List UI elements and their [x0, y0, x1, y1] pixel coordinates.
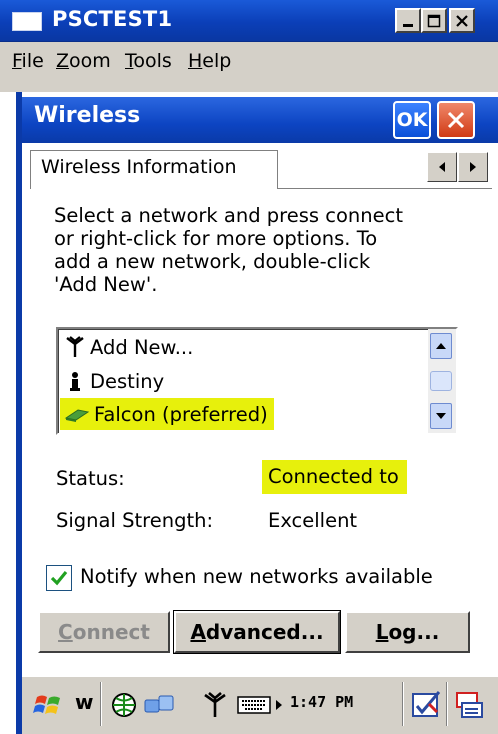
taskbar-app-icon[interactable] — [108, 690, 140, 720]
start-button[interactable] — [32, 690, 64, 720]
minimize-icon — [403, 23, 413, 27]
taskbar-separator — [446, 682, 448, 726]
taskbar-antenna-icon[interactable] — [200, 690, 230, 720]
signal-strength-value: Excellent — [268, 509, 358, 532]
taskbar-sync-icon[interactable] — [142, 690, 178, 720]
log-button[interactable]: Log... — [345, 611, 470, 653]
network-list[interactable]: Add New... Destiny Falcon (preferred) — [56, 327, 458, 435]
connect-button[interactable]: Connect — [38, 611, 170, 653]
list-item-falcon[interactable]: Falcon (preferred) — [60, 398, 274, 430]
network-list-scrollbar[interactable] — [428, 329, 456, 433]
antenna-icon — [204, 692, 226, 717]
arrow-left-icon — [439, 162, 445, 172]
maximize-icon — [427, 14, 441, 27]
arrow-right-icon — [276, 700, 282, 710]
wireless-card-icon — [64, 409, 90, 422]
globe-icon — [112, 693, 136, 717]
taskbar-switch-icon[interactable] — [452, 690, 486, 720]
taskbar-separator — [100, 682, 102, 726]
keyboard-icon-button[interactable] — [236, 690, 272, 720]
tab-wireless-information[interactable]: Wireless Information — [30, 150, 278, 189]
close-window-button[interactable] — [449, 8, 475, 33]
status-label: Status: — [56, 467, 125, 490]
tab-scroll-left-button[interactable] — [427, 152, 457, 182]
menu-help[interactable]: Help — [188, 50, 231, 72]
tab-divider — [278, 188, 492, 189]
checkmark-icon — [50, 570, 68, 586]
taskbar-w-item[interactable]: w — [75, 690, 93, 714]
sync-icon — [144, 695, 174, 713]
dialog-close-button[interactable] — [437, 101, 475, 139]
taskbar-clock[interactable]: 1:47 PM — [290, 693, 353, 711]
switch-windows-icon — [456, 692, 483, 718]
minimize-button[interactable] — [395, 8, 421, 33]
menu-zoom[interactable]: Zoom — [56, 50, 111, 72]
antenna-icon — [66, 336, 84, 357]
notify-checkbox[interactable] — [46, 565, 72, 591]
arrow-up-icon — [436, 343, 446, 349]
dialog-title: Wireless — [34, 103, 141, 128]
menu-tools[interactable]: Tools — [125, 50, 172, 72]
maximize-button[interactable] — [421, 8, 447, 33]
tab-scroll-right-button[interactable] — [458, 152, 488, 182]
advanced-button[interactable]: Advanced... — [173, 610, 341, 654]
app-icon — [12, 12, 42, 31]
ok-button[interactable]: OK — [393, 101, 431, 139]
list-item-add-new[interactable]: Add New... — [64, 331, 193, 363]
keyboard-icon — [237, 696, 271, 714]
taskbar-expand-arrow[interactable] — [272, 690, 286, 720]
window-title: PSCTEST1 — [52, 7, 173, 31]
list-item-destiny[interactable]: Destiny — [64, 365, 164, 397]
adhoc-network-icon — [70, 372, 80, 391]
scroll-thumb[interactable] — [430, 371, 452, 391]
close-icon — [447, 111, 465, 129]
windows-logo-icon — [33, 695, 60, 714]
pen-input-icon — [412, 691, 441, 717]
arrow-right-icon — [470, 162, 476, 172]
notify-label[interactable]: Notify when new networks available — [80, 565, 433, 588]
scroll-up-button[interactable] — [430, 333, 452, 359]
arrow-down-icon — [436, 413, 446, 419]
scroll-down-button[interactable] — [430, 403, 452, 429]
input-method-button[interactable] — [410, 690, 444, 720]
signal-strength-label: Signal Strength: — [56, 509, 214, 532]
status-value: Connected to — [262, 460, 407, 494]
instructions-text: Select a network and press connect or ri… — [54, 204, 403, 296]
menu-file[interactable]: File — [12, 50, 44, 72]
taskbar-separator — [402, 682, 404, 726]
close-icon — [456, 14, 468, 27]
